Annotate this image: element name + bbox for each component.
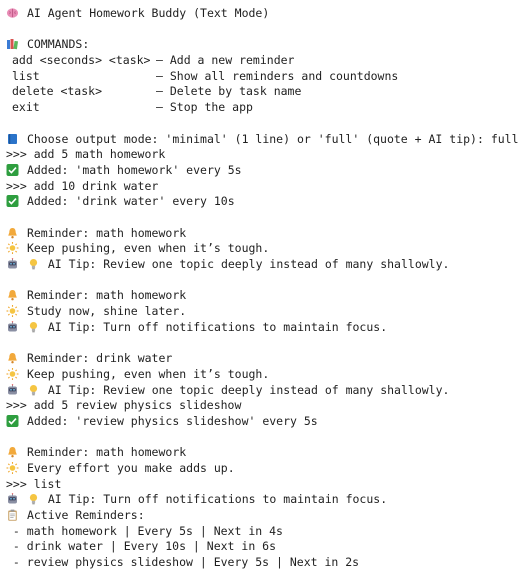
quote-line: Keep pushing, even when it’s tough. (6, 241, 527, 257)
app-title: AI Agent Homework Buddy (Text Mode) (26, 6, 270, 20)
bell-icon (6, 352, 19, 364)
light-bulb-icon (27, 321, 40, 333)
books-icon (6, 38, 19, 50)
robot-icon (6, 383, 19, 396)
active-reminder-item: - math homework | Every 5s | Next in 4s (6, 523, 283, 538)
added-text: Added: 'drink water' every 10s (26, 194, 235, 209)
reminder-title: Reminder: math homework (26, 445, 187, 460)
reminder-title-line: Reminder: math homework (6, 226, 527, 242)
blue-book-icon (6, 133, 19, 145)
added-confirmation-line: Added: 'drink water' every 10s (6, 194, 527, 210)
active-reminders-header-line: Active Reminders: (6, 508, 527, 524)
command-input-line: >>> add 5 math homework (6, 147, 166, 162)
ai-tip-line: AI Tip: Review one topic deeply instead … (6, 257, 527, 273)
commands-header-line: COMMANDS: (6, 37, 527, 53)
added-text: Added: 'review physics slideshow' every … (26, 413, 318, 428)
quote-line: Study now, shine later. (6, 304, 527, 320)
robot-icon (6, 493, 19, 505)
command-description: – Show all reminders and countdowns (156, 68, 399, 83)
quote-text: Every effort you make adds up. (26, 460, 235, 475)
command-usage: add <seconds> <task> (12, 53, 151, 68)
command-row: add <seconds> <task> – Add a new reminder (6, 53, 527, 69)
quote-text: Keep pushing, even when it’s tough. (26, 241, 270, 256)
brain-icon (6, 7, 19, 19)
quote-text: Study now, shine later. (26, 304, 187, 319)
added-text: Added: 'math homework' every 5s (26, 162, 242, 177)
command-usage: delete <task> (12, 84, 103, 99)
command-input-line: >>> list (6, 476, 62, 491)
ai-tip-text: AI Tip: Turn off notifications to mainta… (47, 492, 388, 507)
reminder-title: Reminder: drink water (26, 351, 173, 366)
sun-icon (6, 367, 19, 380)
reminder-title: Reminder: math homework (26, 288, 187, 303)
quote-line: Every effort you make adds up. (6, 461, 527, 477)
check-mark-icon (6, 414, 19, 427)
command-usage: exit (12, 100, 40, 115)
quote-line: Keep pushing, even when it’s tough. (6, 367, 527, 383)
app-title-line: AI Agent Homework Buddy (Text Mode) (6, 6, 527, 22)
robot-icon (6, 320, 19, 333)
mode-prompt-line: Choose output mode: 'minimal' (1 line) o… (6, 132, 527, 148)
light-bulb-icon (27, 384, 40, 396)
light-bulb-icon (27, 493, 40, 505)
command-description: – Add a new reminder (156, 53, 295, 68)
ai-tip-line: AI Tip: Review one topic deeply instead … (6, 383, 527, 399)
active-reminder-item: - review physics slideshow | Every 5s | … (6, 555, 360, 570)
command-description: – Stop the app (156, 100, 253, 115)
active-reminders-header: Active Reminders: (26, 508, 145, 522)
added-confirmation-line: Added: 'review physics slideshow' every … (6, 414, 527, 430)
ai-tip-text: AI Tip: Turn off notifications to mainta… (47, 319, 388, 334)
light-bulb-icon (27, 258, 40, 270)
mode-prompt: Choose output mode: 'minimal' (1 line) o… (26, 131, 519, 146)
command-usage: list (12, 68, 40, 83)
reminder-title-line: Reminder: drink water (6, 351, 527, 367)
bell-icon (6, 227, 19, 239)
command-description: – Delete by task name (156, 84, 302, 99)
bell-icon (6, 446, 19, 458)
check-mark-icon (6, 163, 19, 176)
quote-text: Keep pushing, even when it’s tough. (26, 366, 270, 381)
check-mark-icon (6, 195, 19, 208)
command-row: delete <task> – Delete by task name (6, 84, 527, 100)
added-confirmation-line: Added: 'math homework' every 5s (6, 163, 527, 179)
ai-tip-line: AI Tip: Turn off notifications to mainta… (6, 492, 527, 508)
bell-icon (6, 289, 19, 301)
command-row: list – Show all reminders and countdowns (6, 69, 527, 85)
active-reminder-item: - drink water | Every 10s | Next in 6s (6, 539, 277, 554)
command-input-line: >>> add 10 drink water (6, 178, 159, 193)
reminder-title: Reminder: math homework (26, 225, 187, 240)
ai-tip-text: AI Tip: Review one topic deeply instead … (47, 382, 450, 397)
terminal-output: AI Agent Homework Buddy (Text Mode) COMM… (0, 0, 527, 573)
sun-icon (6, 461, 19, 474)
ai-tip-line: AI Tip: Turn off notifications to mainta… (6, 320, 527, 336)
sun-icon (6, 305, 19, 318)
sun-icon (6, 242, 19, 255)
reminder-title-line: Reminder: math homework (6, 445, 527, 461)
command-row: exit – Stop the app (6, 100, 527, 116)
robot-icon (6, 258, 19, 270)
command-input-line: >>> add 5 review physics slideshow (6, 398, 242, 413)
commands-header: COMMANDS: (26, 37, 90, 52)
reminder-title-line: Reminder: math homework (6, 288, 527, 304)
ai-tip-text: AI Tip: Review one topic deeply instead … (47, 257, 450, 271)
clipboard-icon (6, 509, 19, 521)
